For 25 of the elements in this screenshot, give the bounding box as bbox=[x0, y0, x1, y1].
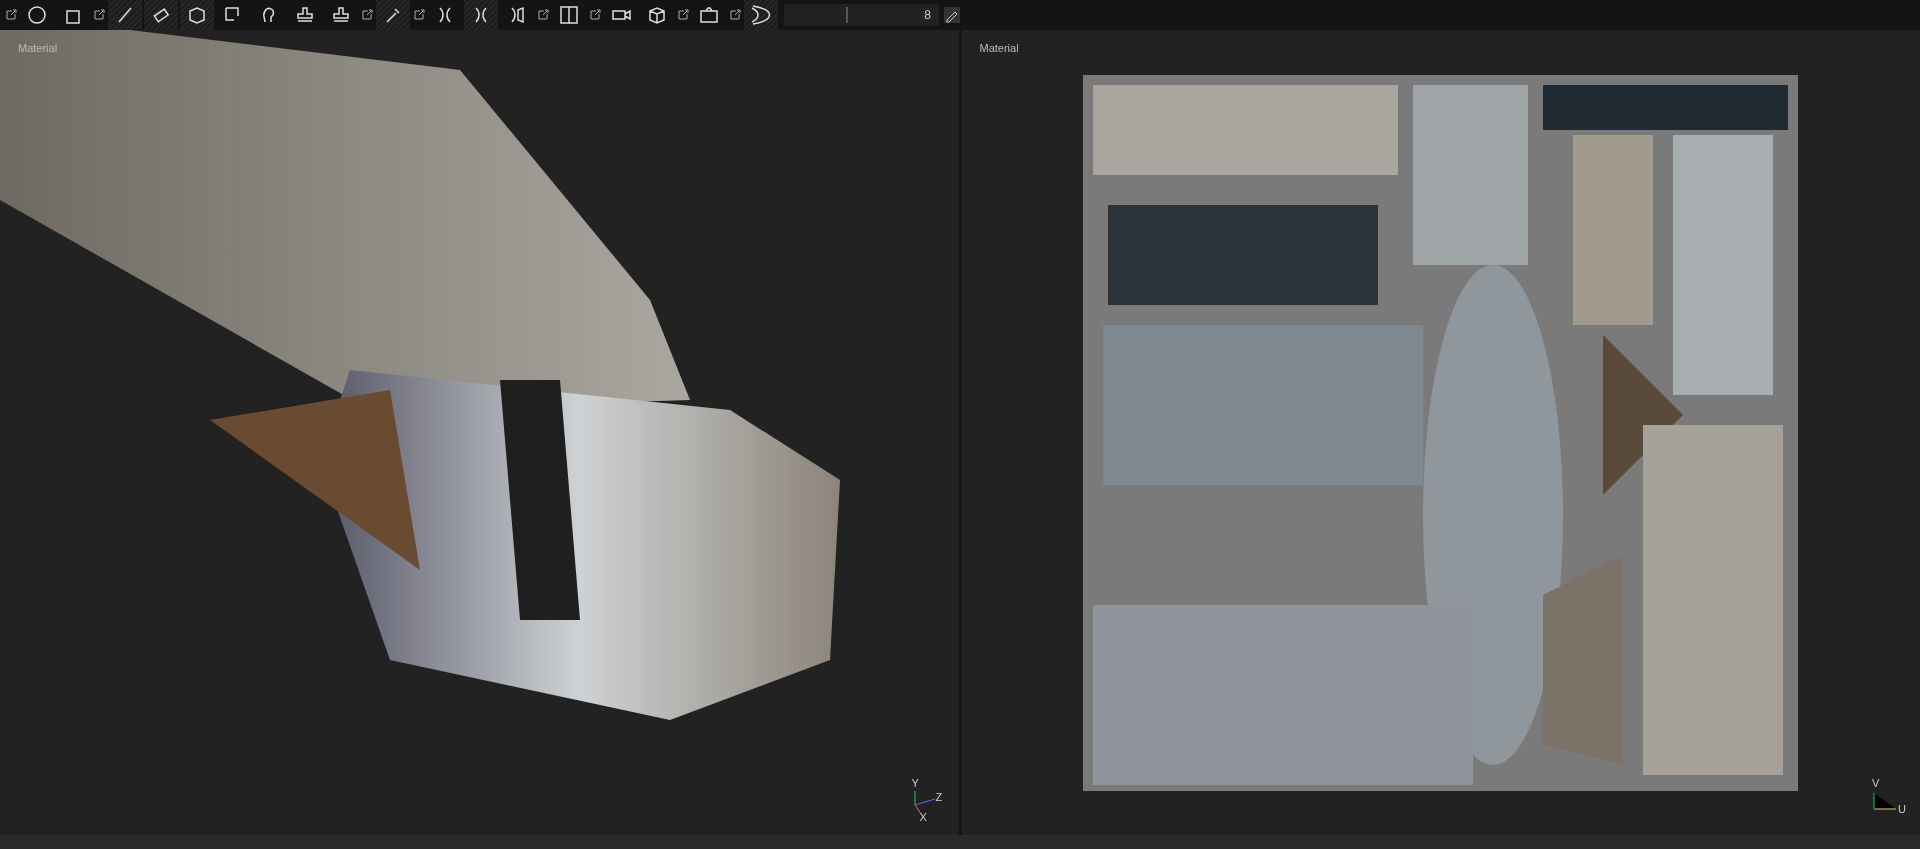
axis-label: U bbox=[1898, 803, 1906, 815]
popout-button[interactable] bbox=[676, 8, 690, 22]
tool-button[interactable] bbox=[108, 0, 142, 30]
layout-icon bbox=[558, 4, 580, 26]
axis-label: V bbox=[1872, 777, 1880, 789]
tool-button[interactable] bbox=[464, 0, 498, 30]
axis-label: Z bbox=[935, 791, 943, 803]
brush-size-slider[interactable]: 8 bbox=[784, 4, 939, 26]
tool-button[interactable] bbox=[180, 0, 214, 30]
viewport-title: Material bbox=[18, 42, 58, 54]
camera-icon bbox=[698, 4, 720, 26]
popout-button[interactable] bbox=[4, 8, 18, 22]
brush-size-value: 8 bbox=[924, 8, 932, 22]
popout-button[interactable] bbox=[92, 8, 106, 22]
popout-button[interactable] bbox=[588, 8, 602, 22]
viewport-title: Material bbox=[979, 42, 1019, 54]
popout-button[interactable] bbox=[728, 8, 742, 22]
axis-label: Y bbox=[911, 777, 919, 789]
popout-button[interactable] bbox=[360, 8, 374, 22]
tool-button[interactable] bbox=[744, 0, 778, 30]
pencil-button[interactable] bbox=[944, 7, 960, 23]
popout-button[interactable] bbox=[412, 8, 426, 22]
axis-label: X bbox=[919, 811, 927, 823]
tool-button[interactable] bbox=[144, 0, 178, 30]
popout-button[interactable] bbox=[536, 8, 550, 22]
